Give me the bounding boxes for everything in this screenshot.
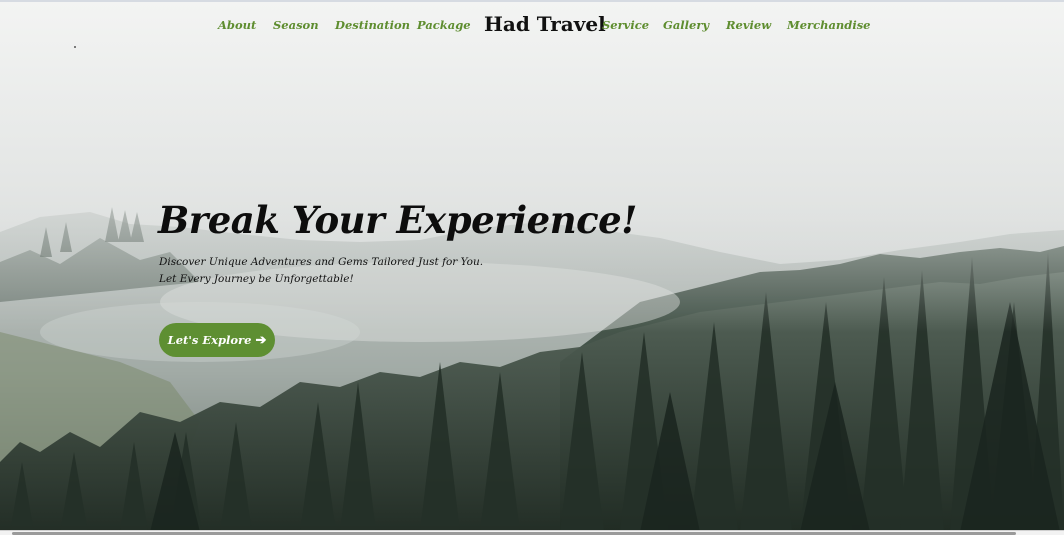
nav-link-about[interactable]: About	[218, 18, 256, 32]
nav-link-package[interactable]: Package	[417, 18, 471, 32]
arrow-right-icon: ➔	[255, 332, 267, 348]
hero-subtitle-line-1: Discover Unique Adventures and Gems Tail…	[159, 256, 484, 268]
nav-link-season[interactable]: Season	[273, 18, 319, 32]
explore-button[interactable]: Let's Explore ➔	[159, 323, 275, 357]
nav-link-merchandise[interactable]: Merchandise	[787, 18, 870, 32]
nav-link-service[interactable]: Service	[602, 18, 649, 32]
nav-link-destination[interactable]: Destination	[335, 18, 410, 32]
speck-mark	[74, 46, 76, 48]
brand-logo-text[interactable]: Had Travel	[484, 12, 606, 36]
nav-link-review[interactable]: Review	[726, 18, 771, 32]
hero-headline: Break Your Experience!	[158, 198, 637, 242]
explore-button-label: Let's Explore	[167, 333, 252, 347]
hero-section: About Season Destination Package Had Tra…	[0, 0, 1064, 530]
top-navigation: About Season Destination Package Had Tra…	[0, 12, 1064, 42]
nav-link-gallery[interactable]: Gallery	[663, 18, 709, 32]
horizontal-scrollbar[interactable]	[0, 530, 1064, 535]
hero-subtitle-line-2: Let Every Journey be Unforgettable!	[159, 273, 354, 285]
